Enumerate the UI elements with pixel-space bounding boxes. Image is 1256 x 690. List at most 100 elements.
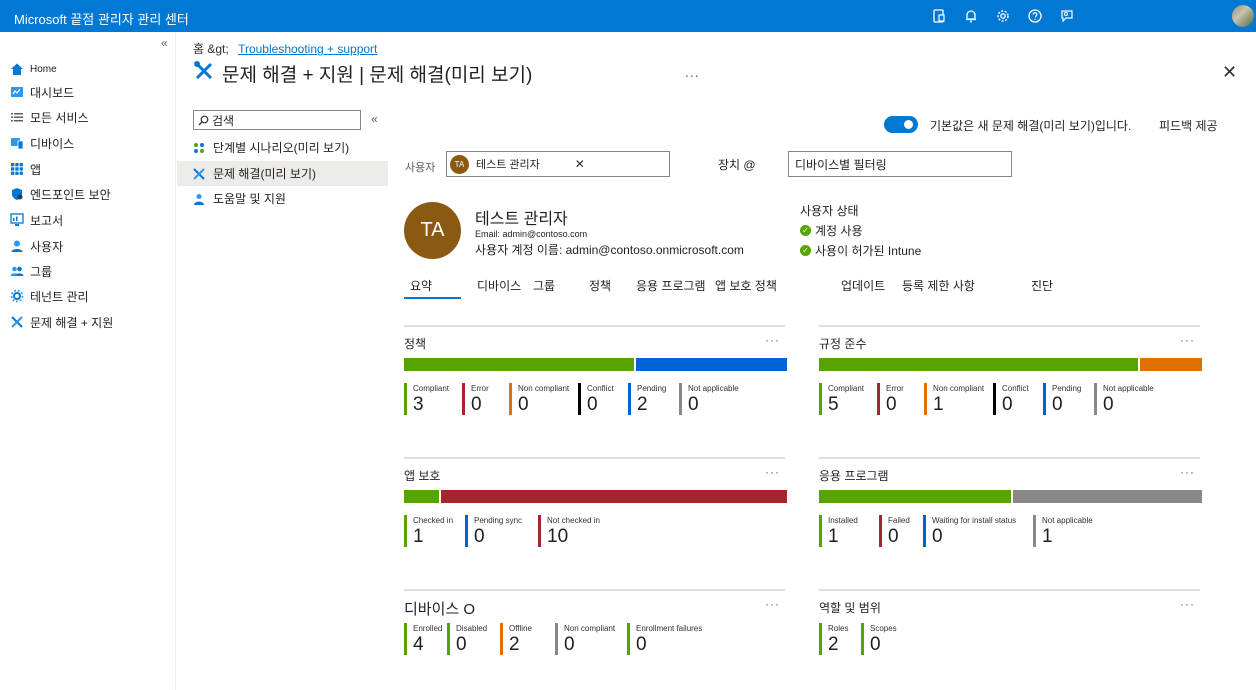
card-separator: [404, 457, 785, 459]
stat-not-applicable[interactable]: Not applicable 1: [1033, 515, 1093, 547]
status-bar-segment: [404, 358, 634, 371]
stat-waiting-for-install-status[interactable]: Waiting for install status 0: [923, 515, 1016, 547]
tab-policies[interactable]: 정책: [589, 277, 611, 294]
nav-item-devices[interactable]: 디바이스: [9, 132, 74, 154]
nav-item-tenant-admin[interactable]: 테넌트 관리: [9, 285, 89, 307]
status-bar-segment: [819, 490, 1011, 503]
nav-item-dashboard[interactable]: 대시보드: [9, 81, 74, 103]
stat-conflict[interactable]: Conflict 0: [578, 383, 614, 415]
stat-non-compliant[interactable]: Non compliant 0: [555, 623, 615, 655]
stat-label: Non compliant: [564, 624, 616, 633]
subnav-item-help-support[interactable]: 도움말 및 지원: [177, 186, 388, 211]
card-more-button[interactable]: ···: [765, 465, 780, 479]
left-navigation: « Home 대시보드 모든 서비스 디바이스 앱 엔드포인트 보안 보고서 사…: [0, 32, 176, 690]
gear-icon[interactable]: [995, 8, 1011, 24]
stat-conflict[interactable]: Conflict 0: [993, 383, 1029, 415]
stat-non-compliant[interactable]: Non compliant 0: [509, 383, 569, 415]
user-principal-name: 사용자 계정 이름: admin@contoso.onmicrosoft.com: [475, 243, 744, 257]
stat-offline[interactable]: Offline 2: [500, 623, 532, 655]
subnav-collapse-button[interactable]: «: [371, 112, 378, 126]
help-icon[interactable]: [1027, 8, 1043, 24]
tab-enrollment-restrictions[interactable]: 등록 제한 사항: [902, 277, 975, 294]
stat-disabled[interactable]: Disabled 0: [447, 623, 487, 655]
stat-compliant[interactable]: Compliant 5: [819, 383, 864, 415]
breadcrumb-home[interactable]: 홈 &gt;: [193, 42, 229, 56]
search-input[interactable]: 검색: [193, 110, 361, 130]
remove-user-button[interactable]: ✕: [575, 157, 585, 171]
stat-error[interactable]: Error 0: [877, 383, 904, 415]
nav-item-apps[interactable]: 앱: [9, 158, 41, 180]
nav-item-groups[interactable]: 그룹: [9, 260, 52, 282]
tab-summary[interactable]: 요약: [410, 277, 432, 294]
stat-pending[interactable]: Pending 0: [1043, 383, 1081, 415]
nav-item-endpoint-security[interactable]: 엔드포인트 보안: [9, 183, 111, 205]
stat-enrollment-failures[interactable]: Enrollment failures 0: [627, 623, 702, 655]
user-icon: [9, 238, 25, 254]
stat-label: Not applicable: [1103, 384, 1154, 393]
tab-updates[interactable]: 업데이트: [841, 277, 885, 294]
breadcrumb-current[interactable]: Troubleshooting + support: [238, 42, 377, 56]
page-header: 문제 해결 + 지원 | 문제 해결(미리 보기): [193, 60, 532, 87]
page-more-button[interactable]: ...: [685, 64, 700, 80]
stat-pending[interactable]: Pending 2: [628, 383, 666, 415]
user-filter-label: 사용자: [405, 162, 436, 174]
stat-installed[interactable]: Installed 1: [819, 515, 858, 547]
status-bar-segment: [438, 490, 787, 503]
card-more-button[interactable]: ···: [1180, 597, 1195, 611]
tab-groups[interactable]: 그룹: [533, 277, 555, 294]
stat-label: Non compliant: [933, 384, 985, 393]
tab-diagnostics[interactable]: 진단: [1031, 277, 1053, 294]
feedback-link[interactable]: 피드백 제공: [1159, 117, 1218, 134]
user-picker[interactable]: TA 테스트 관리자 ✕: [446, 151, 670, 177]
new-troubleshooting-toggle[interactable]: [884, 116, 918, 133]
status-bar-segment: [819, 358, 1139, 371]
stat-non-compliant[interactable]: Non compliant 1: [924, 383, 984, 415]
devices-icon: [9, 135, 25, 151]
user-email: Email: admin@contoso.com: [475, 229, 588, 239]
close-button[interactable]: ✕: [1222, 62, 1237, 83]
tab-app-protection-policies[interactable]: 앱 보호 정책: [715, 277, 777, 294]
scenario-icon: [192, 141, 206, 155]
device-filter-input[interactable]: 디바이스별 필터링: [788, 151, 1012, 177]
feedback-icon[interactable]: [1059, 8, 1075, 24]
stat-pending-sync[interactable]: Pending sync 0: [465, 515, 522, 547]
nav-item-troubleshooting[interactable]: 문제 해결 + 지원: [9, 311, 113, 333]
shield-icon: [9, 186, 25, 202]
wrench-screwdriver-icon: [193, 60, 215, 87]
card-more-button[interactable]: ···: [1180, 465, 1195, 479]
stat-label: Error: [886, 384, 904, 393]
stat-value: 1: [933, 394, 944, 415]
status-intune-licensed: ✓ 사용이 허가된 Intune: [800, 242, 921, 259]
stat-roles[interactable]: Roles 2: [819, 623, 848, 655]
nav-collapse-button[interactable]: «: [161, 36, 168, 50]
card-more-button[interactable]: ···: [765, 597, 780, 611]
card-more-button[interactable]: ···: [1180, 333, 1195, 347]
stat-enrolled[interactable]: Enrolled 4: [404, 623, 442, 655]
device-icon[interactable]: [931, 8, 947, 24]
stat-not-checked-in[interactable]: Not checked in 10: [538, 515, 600, 547]
account-avatar[interactable]: [1232, 5, 1254, 27]
stat-not-applicable[interactable]: Not applicable 0: [679, 383, 739, 415]
tab-applications[interactable]: 응용 프로그램: [636, 277, 706, 294]
tab-devices[interactable]: 디바이스: [477, 277, 521, 294]
stat-label: Waiting for install status: [932, 516, 1017, 525]
stat-label: Non compliant: [518, 384, 570, 393]
nav-item-all-services[interactable]: 모든 서비스: [9, 106, 89, 128]
status-bar-segment: [1138, 358, 1202, 371]
subnav-item-troubleshoot[interactable]: 문제 해결(미리 보기): [177, 161, 388, 186]
wrench-screwdriver-icon: [9, 314, 25, 330]
stat-not-applicable[interactable]: Not applicable 0: [1094, 383, 1154, 415]
nav-item-reports[interactable]: 보고서: [9, 209, 63, 231]
nav-item-users[interactable]: 사용자: [9, 235, 63, 257]
stat-value: 0: [474, 526, 485, 547]
stat-failed[interactable]: Failed 0: [879, 515, 910, 547]
stat-compliant[interactable]: Compliant 3: [404, 383, 449, 415]
stat-scopes[interactable]: Scopes 0: [861, 623, 897, 655]
stat-error[interactable]: Error 0: [462, 383, 489, 415]
bell-icon[interactable]: [963, 8, 979, 24]
stat-label: Conflict: [1002, 384, 1029, 393]
card-more-button[interactable]: ···: [765, 333, 780, 347]
nav-item-home[interactable]: Home: [9, 58, 57, 80]
subnav-item-guided-scenarios[interactable]: 단계별 시나리오(미리 보기): [177, 135, 388, 160]
stat-checked-in[interactable]: Checked in 1: [404, 515, 453, 547]
